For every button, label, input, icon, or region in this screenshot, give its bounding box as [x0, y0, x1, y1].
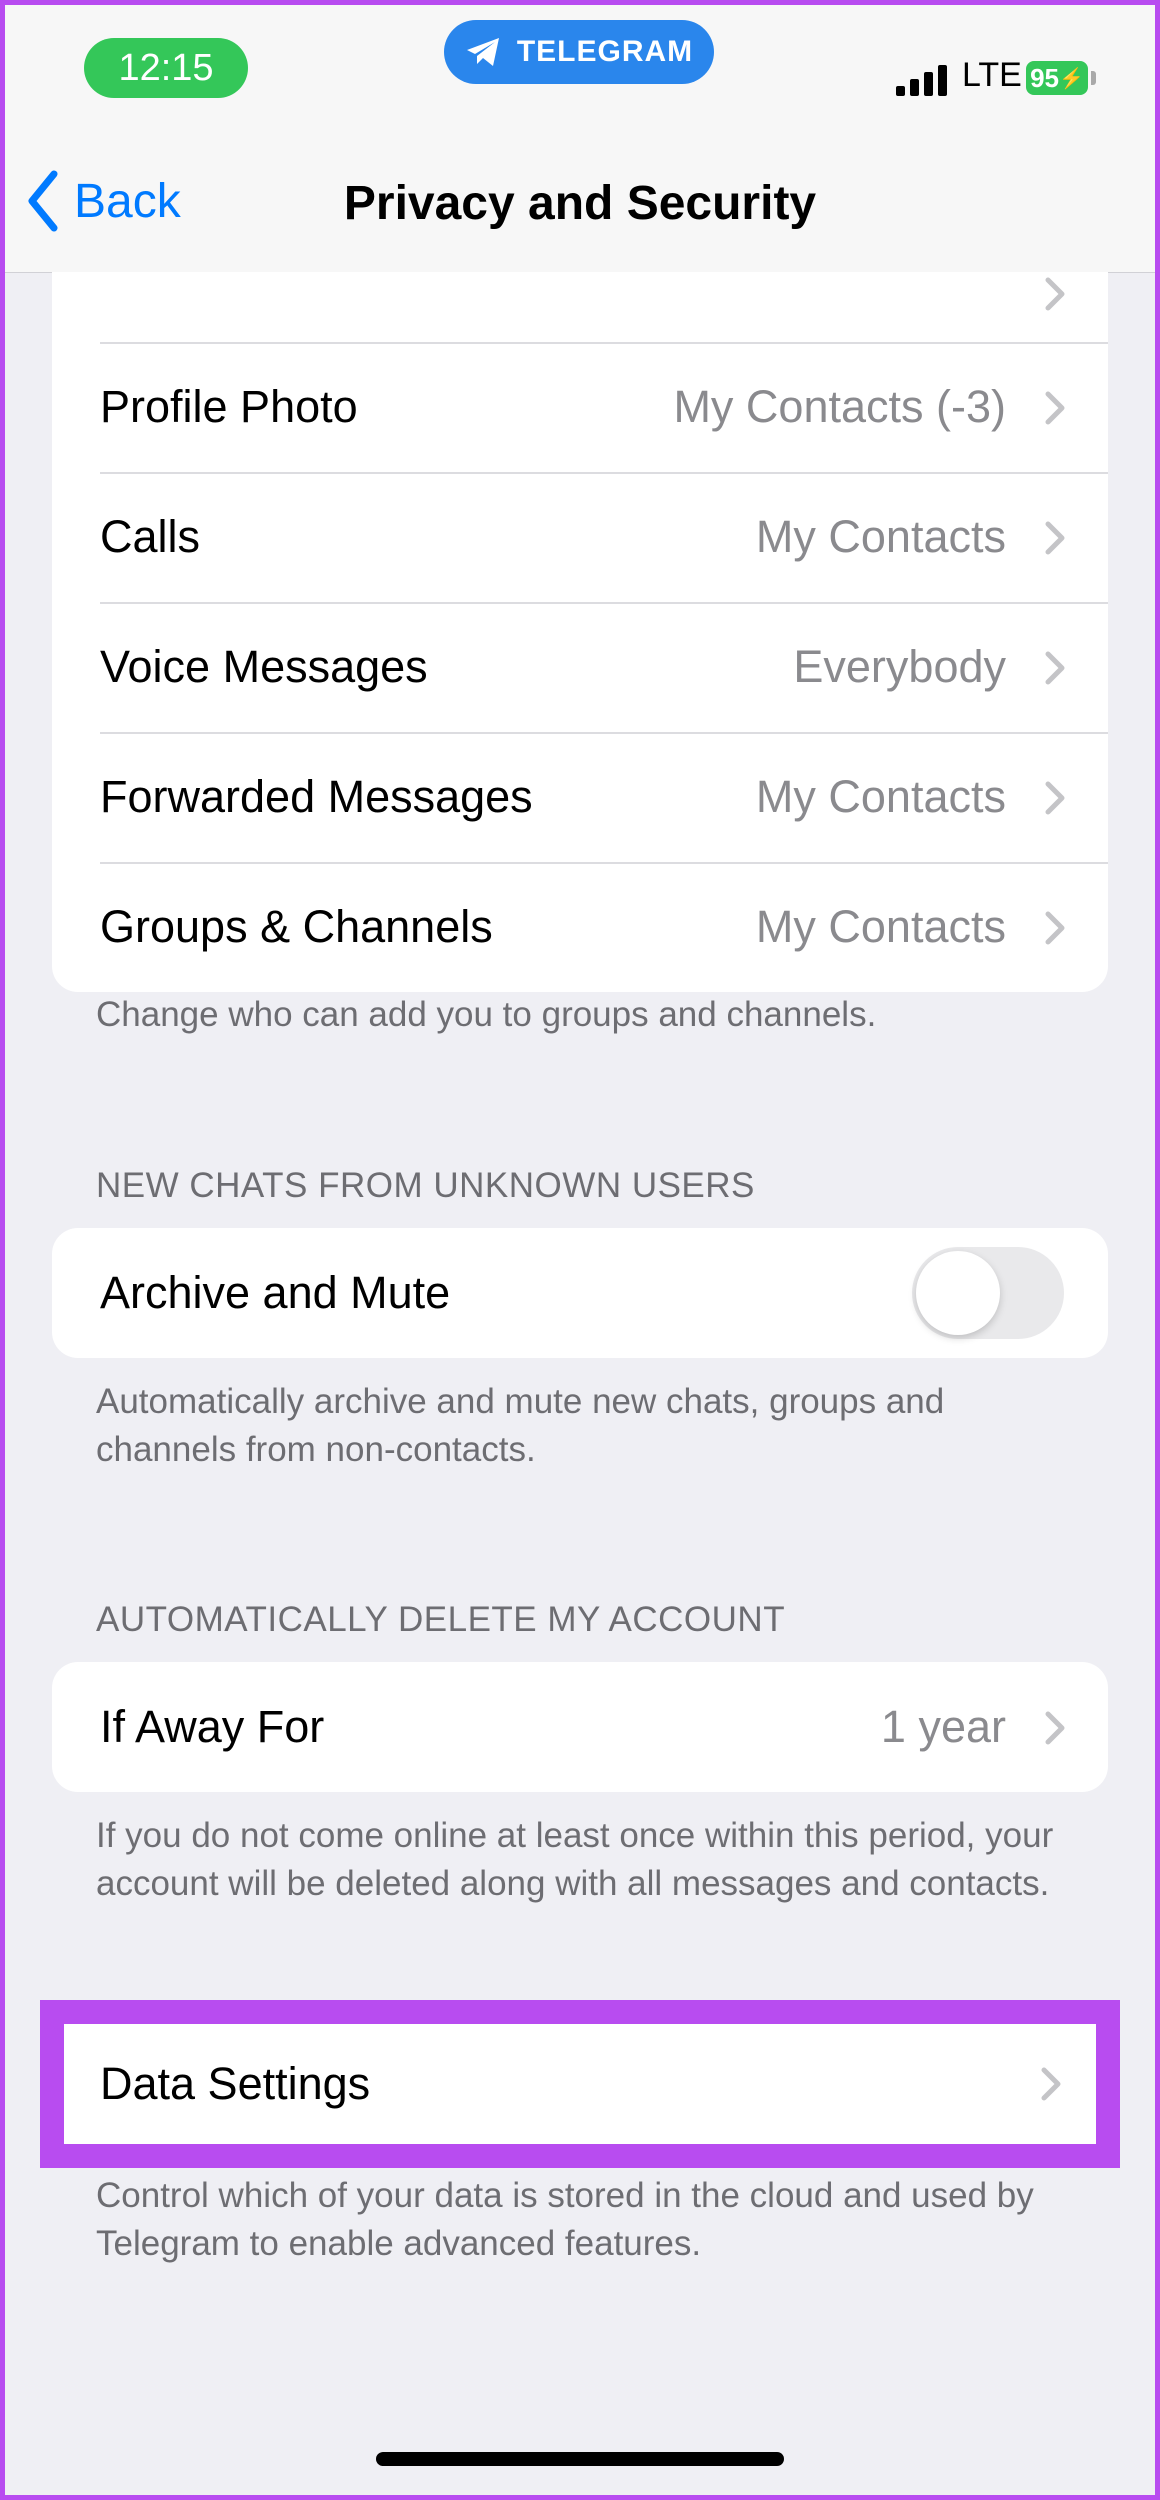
chevron-right-icon [1045, 391, 1065, 425]
network-type: LTE [962, 56, 1022, 94]
row-label: Forwarded Messages [100, 771, 533, 822]
chevron-right-icon [1045, 521, 1065, 555]
row-label: If Away For [100, 1701, 325, 1752]
privacy-row-forwarded-messages[interactable]: Forwarded Messages My Contacts [52, 732, 1108, 862]
if-away-for-row[interactable]: If Away For 1 year [52, 1662, 1108, 1792]
battery-icon: 95 ⚡ [1026, 61, 1088, 95]
row-value: My Contacts [755, 901, 1006, 952]
new-chats-section-header: NEW CHATS FROM UNKNOWN USERS [96, 1166, 755, 1205]
telegram-indicator[interactable]: TELEGRAM [444, 20, 714, 84]
data-settings-footer-note: Control which of your data is stored in … [96, 2176, 1034, 2263]
telegram-icon [466, 38, 499, 66]
auto-delete-footer-note: If you do not come online at least once … [96, 1816, 1054, 1903]
archive-and-mute-toggle[interactable] [912, 1247, 1064, 1339]
status-time: 12:15 [84, 38, 248, 98]
privacy-footer-note: Change who can add you to groups and cha… [96, 995, 877, 1034]
row-value: 1 year [880, 1701, 1006, 1752]
chevron-right-icon [1045, 911, 1065, 945]
row-value: Everybody [793, 641, 1006, 692]
partial-hidden-row[interactable] [52, 272, 1108, 342]
new-chats-list: Archive and Mute [52, 1228, 1108, 1358]
row-label: Voice Messages [100, 641, 428, 692]
row-label: Profile Photo [100, 381, 358, 432]
battery-tip [1091, 71, 1096, 85]
navigation-bar: Back Privacy and Security [0, 130, 1160, 273]
telegram-indicator-label: TELEGRAM [516, 35, 694, 68]
row-value: My Contacts [755, 511, 1006, 562]
privacy-settings-list: Profile Photo My Contacts (-3) Calls My … [52, 272, 1108, 992]
status-bar: 12:15 TELEGRAM LTE 95 ⚡ [0, 0, 1160, 130]
battery-level: 95 [1030, 62, 1059, 93]
row-label: Data Settings [100, 2058, 371, 2109]
toggle-knob [916, 1251, 1000, 1335]
new-chats-footer-note: Automatically archive and mute new chats… [96, 1382, 945, 1469]
privacy-row-groups-channels[interactable]: Groups & Channels My Contacts [52, 862, 1108, 992]
data-settings-row[interactable]: Data Settings [64, 2024, 1096, 2144]
row-value: My Contacts [755, 771, 1006, 822]
cellular-signal-icon [896, 60, 950, 96]
privacy-row-profile-photo[interactable]: Profile Photo My Contacts (-3) [52, 342, 1108, 472]
row-label: Calls [100, 511, 201, 562]
page-title: Privacy and Security [343, 177, 817, 230]
chevron-right-icon [1041, 2067, 1061, 2101]
chevron-right-icon [1045, 1711, 1065, 1745]
chevron-right-icon [1045, 781, 1065, 815]
home-indicator[interactable] [376, 2452, 784, 2466]
auto-delete-list: If Away For 1 year [52, 1662, 1108, 1792]
auto-delete-section-header: AUTOMATICALLY DELETE MY ACCOUNT [96, 1600, 786, 1639]
chevron-right-icon [1045, 651, 1065, 685]
row-label: Groups & Channels [100, 901, 493, 952]
row-value: My Contacts (-3) [673, 381, 1006, 432]
privacy-row-voice-messages[interactable]: Voice Messages Everybody [52, 602, 1108, 732]
row-label: Archive and Mute [100, 1267, 451, 1318]
archive-and-mute-row: Archive and Mute [52, 1228, 1108, 1358]
chevron-right-icon [1045, 277, 1065, 311]
privacy-row-calls[interactable]: Calls My Contacts [52, 472, 1108, 602]
